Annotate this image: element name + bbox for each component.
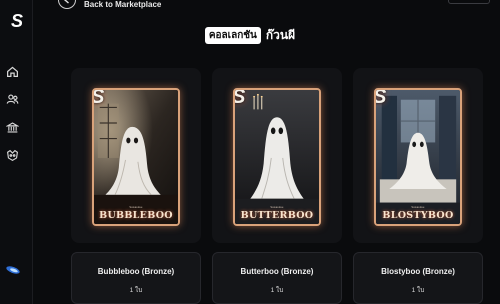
- arrow-left-icon: [58, 0, 76, 9]
- back-to-marketplace-link[interactable]: Back to Marketplace: [58, 0, 161, 9]
- nft-card-2[interactable]: S Sawasdee BUTTERBOO: [233, 88, 321, 226]
- card-name: Bubbleboo (Bronze): [97, 267, 175, 276]
- user-avatar-icon[interactable]: [5, 263, 21, 275]
- card-name: Butterboo (Bronze): [240, 267, 314, 276]
- header-action-button[interactable]: [448, 0, 490, 4]
- card-logo-icon: S: [92, 88, 105, 108]
- card-quantity: 1 ใบ: [270, 287, 284, 294]
- card-title: BUBBLEBOO: [99, 210, 173, 221]
- card-panel-2[interactable]: S Sawasdee BUTTERBOO: [212, 68, 342, 243]
- card-tag: Sawasdee: [129, 206, 143, 209]
- card-title: BUTTERBOO: [240, 210, 314, 221]
- mask-icon[interactable]: [5, 148, 19, 162]
- bank-icon[interactable]: [5, 120, 19, 134]
- card-panel-3[interactable]: S Sawasdee BLOSTYBOO: [353, 68, 483, 243]
- sidebar: S: [0, 0, 33, 304]
- card-info-3[interactable]: Blostyboo (Bronze) 1 ใบ: [353, 252, 483, 304]
- users-icon[interactable]: [5, 92, 19, 106]
- ghost-illustration-2: [235, 90, 319, 224]
- card-logo-icon: S: [233, 88, 246, 108]
- card-info-1[interactable]: Bubbleboo (Bronze) 1 ใบ: [71, 252, 201, 304]
- nft-card-3[interactable]: S Sawasdee BLOSTYBOO: [374, 88, 462, 226]
- ghost-illustration-1: [94, 90, 178, 224]
- nft-card-1[interactable]: S Sawasdee BUBBLEBOO: [92, 88, 180, 226]
- card-quantity: 1 ใบ: [129, 287, 143, 294]
- card-title: BLOSTYBOO: [382, 210, 454, 221]
- card-name: Blostyboo (Bronze): [381, 267, 455, 276]
- back-label: Back to Marketplace: [84, 0, 162, 9]
- card-tag: Sawasdee: [411, 206, 425, 209]
- title-highlight: คอลเลกชัน: [204, 27, 261, 44]
- card-quantity: 1 ใบ: [411, 287, 425, 294]
- card-tag: Sawasdee: [270, 206, 284, 209]
- home-icon[interactable]: [5, 64, 19, 78]
- title-rest: ก๊วนผี: [265, 28, 296, 42]
- card-info-2[interactable]: Butterboo (Bronze) 1 ใบ: [212, 252, 342, 304]
- card-logo-icon: S: [374, 88, 387, 108]
- ghost-illustration-3: [376, 90, 460, 224]
- card-panel-1[interactable]: S Sawasdee BUBBLEBOO: [71, 68, 201, 243]
- page-title: คอลเลกชัน ก๊วนผี: [0, 26, 500, 45]
- app-root: S Back to Marketplace คอลเลกชัน ก๊วนผี S…: [0, 0, 500, 304]
